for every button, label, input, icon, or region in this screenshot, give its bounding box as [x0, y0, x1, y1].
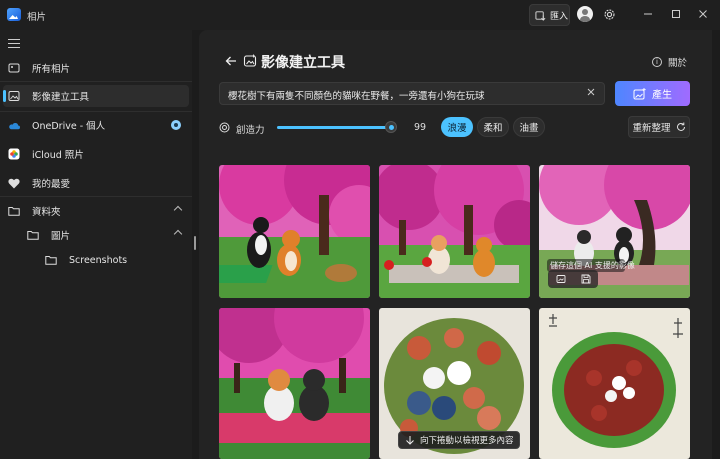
- creativity-slider-thumb[interactable]: [384, 121, 397, 133]
- close-button[interactable]: [696, 7, 710, 21]
- generate-button[interactable]: 產生: [615, 81, 690, 106]
- hamburger-menu-icon[interactable]: [8, 39, 20, 48]
- folder-icon: [8, 205, 20, 217]
- page-title: 影像建立工具: [261, 55, 345, 71]
- sync-status-icon: [171, 120, 181, 130]
- folder-icon: [45, 254, 57, 266]
- prompt-input[interactable]: 櫻花樹下有兩隻不同顏色的貓咪在野餐，一旁還有小狗在玩球: [219, 82, 605, 105]
- sidebar-item-image-creator[interactable]: 影像建立工具: [3, 85, 189, 107]
- folder-icon: [27, 229, 39, 241]
- sidebar-item-label: iCloud 照片: [32, 150, 84, 161]
- close-icon: [699, 10, 707, 18]
- divider: [0, 111, 192, 112]
- pane-resize-handle[interactable]: [194, 236, 196, 250]
- app-title: 相片: [27, 12, 47, 23]
- maximize-icon: [672, 10, 680, 18]
- creativity-slider-track[interactable]: [277, 126, 392, 129]
- chevron-up-icon[interactable]: [173, 205, 183, 215]
- sidebar: 所有相片 影像建立工具 OneDrive - 個人 iCloud 照片 我的最愛…: [0, 30, 192, 459]
- style-chip-oil-painting[interactable]: 油畫: [513, 117, 545, 137]
- vertical-scrollbar[interactable]: [712, 30, 720, 459]
- photos-icon: [8, 62, 20, 74]
- sidebar-item-all-photos[interactable]: 所有相片: [3, 57, 189, 79]
- generated-image-2[interactable]: [379, 165, 530, 298]
- creativity-value: 99: [414, 122, 427, 133]
- creativity-icon: [219, 122, 230, 133]
- sidebar-item-favorites[interactable]: 我的最愛: [3, 172, 189, 194]
- scroll-hint-button[interactable]: 向下捲動以檢視更多內容: [398, 431, 520, 449]
- icloud-photos-icon: [8, 148, 20, 160]
- maximize-button[interactable]: [669, 7, 683, 21]
- account-avatar[interactable]: [577, 6, 593, 22]
- minimize-icon: [644, 13, 652, 15]
- refresh-button[interactable]: 重新整理: [628, 116, 690, 138]
- style-chip-soft[interactable]: 柔和: [477, 117, 509, 137]
- sidebar-item-onedrive[interactable]: OneDrive - 個人: [3, 114, 189, 136]
- generate-label: 產生: [652, 90, 672, 101]
- divider: [0, 196, 192, 197]
- clear-icon[interactable]: [586, 87, 596, 97]
- settings-gear-icon[interactable]: [603, 8, 616, 21]
- title-bar: 相片 匯入: [0, 0, 720, 30]
- sidebar-item-label: 影像建立工具: [32, 92, 90, 103]
- scroll-hint-label: 向下捲動以檢視更多內容: [420, 436, 514, 446]
- sidebar-item-screenshots[interactable]: Screenshots: [40, 249, 189, 271]
- save-icon[interactable]: [581, 274, 591, 284]
- import-label: 匯入: [550, 11, 569, 22]
- generated-image-4[interactable]: [219, 308, 370, 459]
- style-chip-romantic[interactable]: 浪漫: [441, 117, 473, 137]
- sidebar-item-label: 圖片: [51, 231, 71, 242]
- about-label: 關於: [668, 58, 688, 69]
- image-actions: [548, 270, 598, 288]
- creativity-label: 創造力: [236, 125, 265, 136]
- chevron-up-icon[interactable]: [173, 229, 183, 239]
- import-icon: [535, 10, 546, 21]
- about-button[interactable]: i 關於: [652, 55, 687, 69]
- refresh-label: 重新整理: [632, 123, 671, 134]
- copy-image-icon[interactable]: [556, 274, 566, 284]
- refresh-icon: [676, 122, 685, 131]
- image-creator-icon: [8, 90, 20, 102]
- onedrive-cloud-icon: [8, 119, 20, 131]
- sidebar-item-pictures[interactable]: 圖片: [22, 224, 189, 246]
- sidebar-item-label: OneDrive - 個人: [32, 121, 106, 132]
- image-sparkle-icon: [633, 87, 646, 99]
- divider: [0, 81, 192, 82]
- sidebar-item-icloud[interactable]: iCloud 照片: [3, 143, 189, 165]
- sidebar-item-label: 資料夾: [32, 207, 61, 218]
- image-creator-icon: [243, 54, 257, 67]
- sidebar-item-label: 所有相片: [32, 64, 71, 75]
- generated-image-6[interactable]: [539, 308, 690, 459]
- import-button[interactable]: 匯入: [529, 4, 570, 26]
- heart-icon: [8, 177, 20, 189]
- sidebar-item-label: Screenshots: [69, 254, 128, 266]
- minimize-button[interactable]: [641, 7, 655, 21]
- back-arrow-icon[interactable]: [225, 55, 237, 67]
- info-icon: i: [652, 57, 662, 67]
- generated-image-1[interactable]: [219, 165, 370, 298]
- sidebar-item-folders[interactable]: 資料夾: [3, 200, 189, 222]
- arrow-down-icon: [406, 436, 414, 445]
- sidebar-item-label: 我的最愛: [32, 179, 71, 190]
- photos-app-icon: [7, 8, 21, 21]
